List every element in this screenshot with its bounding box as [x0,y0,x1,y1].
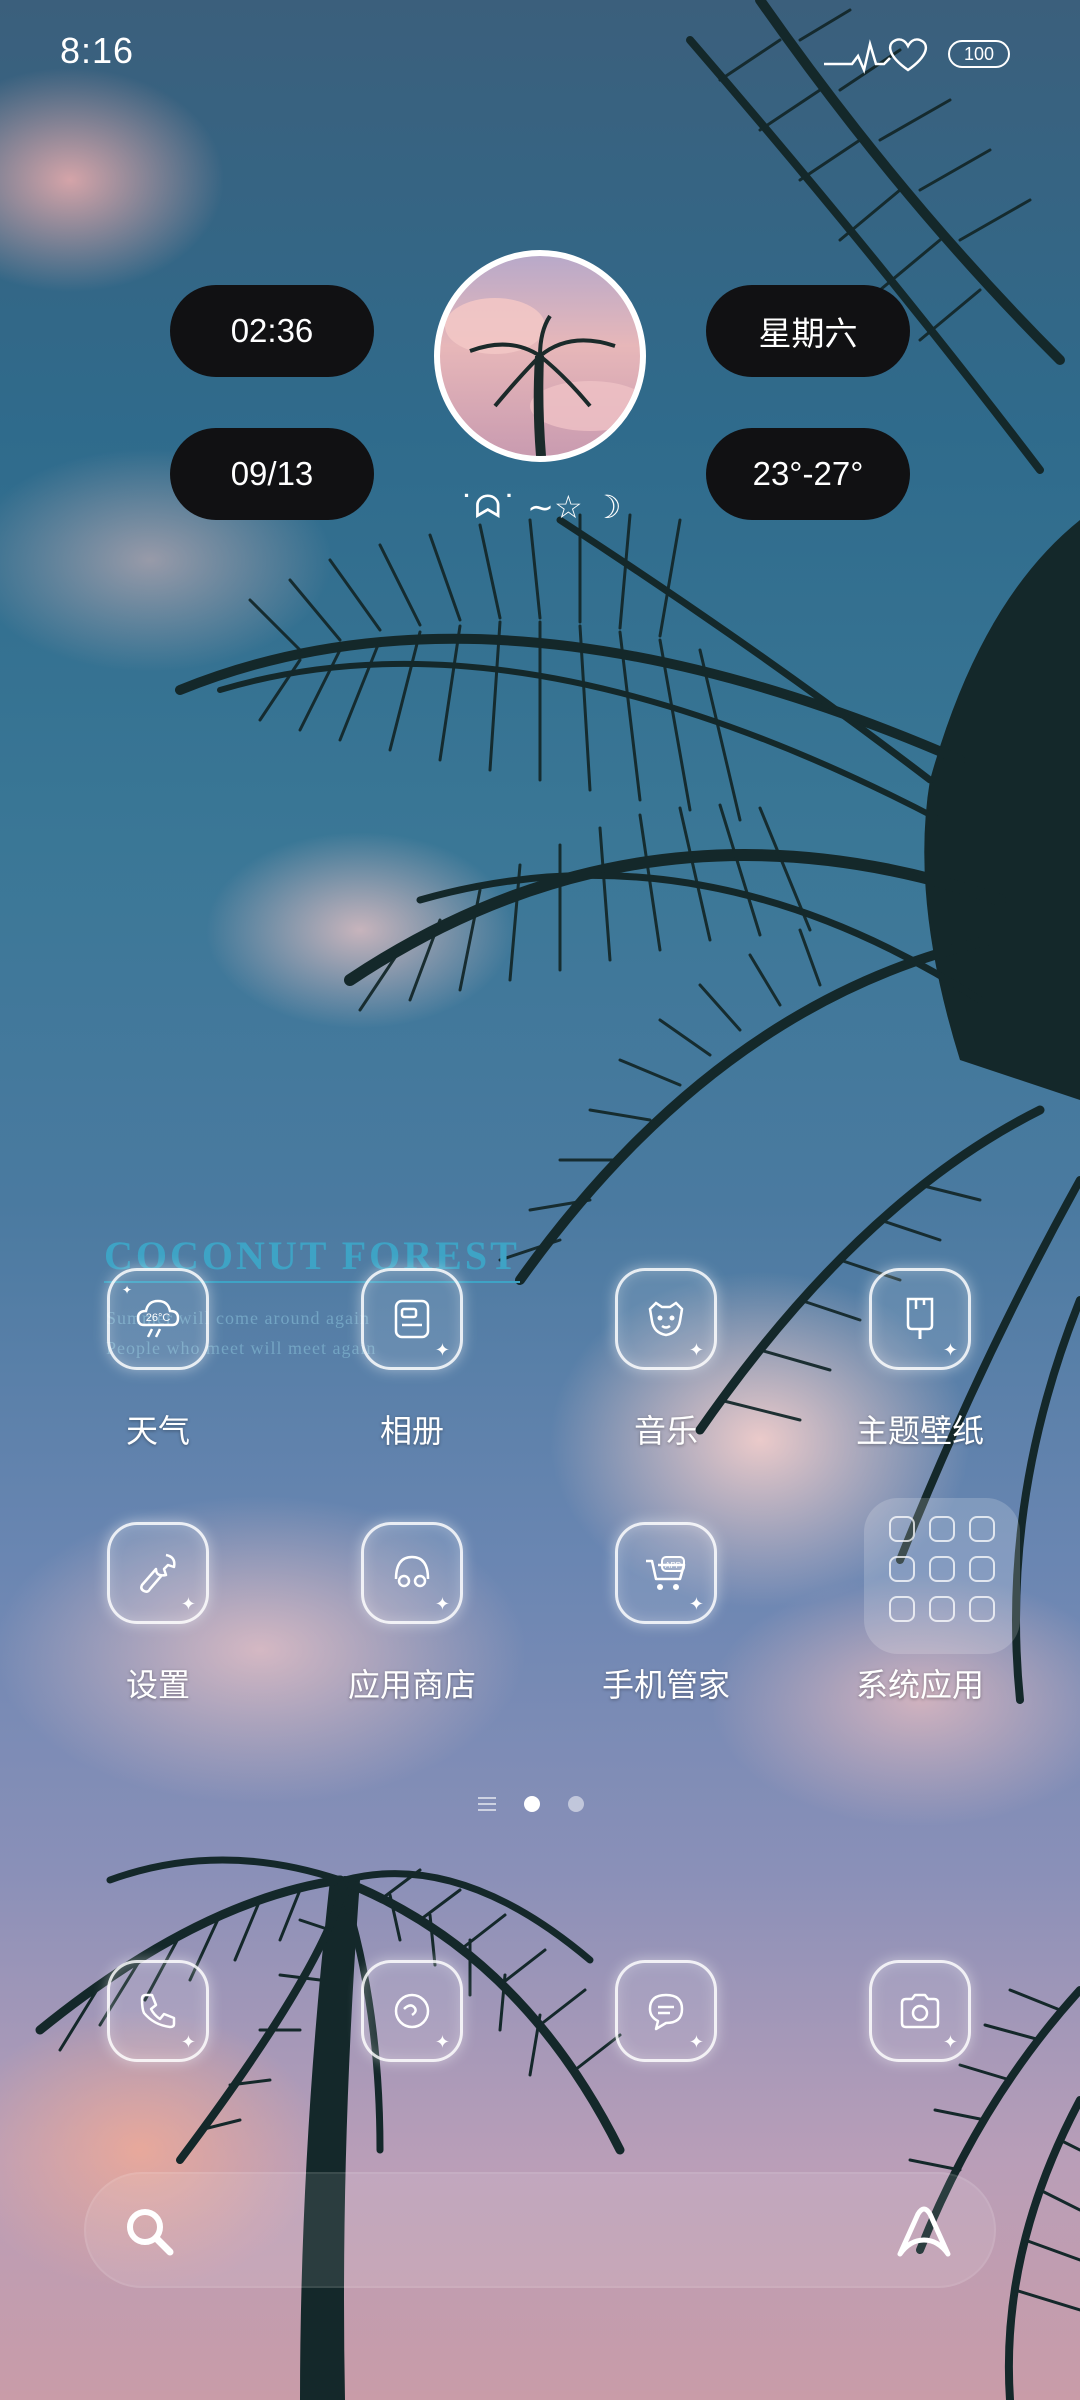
svg-text:26°C: 26°C [146,1312,171,1324]
page-indicator[interactable] [478,1796,584,1812]
app-weather[interactable]: 26°C ✦ 天气 [58,1268,258,1498]
palm-photo-icon [445,298,640,456]
folder-mini-icon [969,1516,995,1542]
app-system-apps-folder[interactable]: 系统应用 [820,1498,1020,1752]
app-label: 主题壁纸 [855,1413,984,1449]
battery-icon: 100 [948,40,1010,68]
gallery-icon[interactable]: ✦ [361,1268,463,1370]
weather-icon[interactable]: 26°C ✦ [107,1268,209,1370]
folder-mini-icon [889,1556,915,1582]
folder-mini-icon [969,1556,995,1582]
app-label: 系统应用 [855,1667,984,1703]
dock-messages[interactable]: ✦ [566,1960,766,2190]
camera-icon[interactable]: ✦ [869,1960,971,2062]
messages-icon[interactable]: ✦ [615,1960,717,2062]
app-phone-manager[interactable]: APP ✦ 手机管家 [566,1522,766,1752]
app-gallery[interactable]: ✦ 相册 [312,1268,512,1498]
theme-wallpaper-icon[interactable]: ✦ [869,1268,971,1370]
assistant-icon[interactable] [892,2200,956,2264]
status-icons: 100 [824,34,1010,74]
page-list-icon[interactable] [478,1797,496,1811]
folder-mini-icon [929,1556,955,1582]
app-label: 手机管家 [601,1667,730,1703]
phone-icon[interactable]: ✦ [107,1960,209,2062]
dock-browser[interactable]: ✦ [312,1960,512,2190]
widget-decoration: ˙ᗣ˙ ~☆ ☽ [458,488,622,526]
status-bar: 8:16 100 [0,0,1080,110]
app-app-store[interactable]: ✦ 应用商店 [312,1522,512,1752]
status-time: 8:16 [60,30,135,71]
folder-mini-icon [929,1596,955,1622]
app-label: 相册 [379,1413,444,1449]
page-dot[interactable] [568,1796,584,1812]
folder-mini-icon [969,1596,995,1622]
search-icon[interactable] [120,2202,180,2262]
app-theme-wallpaper[interactable]: ✦ 主题壁纸 [820,1268,1020,1498]
pulse-heart-icon [824,38,928,74]
app-settings[interactable]: ✦ 设置 [58,1522,258,1752]
widget-avatar-photo[interactable] [434,250,646,462]
app-store-icon[interactable]: ✦ [361,1522,463,1624]
widget-date[interactable]: 09/13 [170,428,374,520]
folder-mini-icon [929,1516,955,1542]
system-apps-folder[interactable] [864,1498,1020,1654]
settings-icon[interactable]: ✦ [107,1522,209,1624]
app-music[interactable]: ✦ 音乐 [566,1268,766,1498]
browser-icon[interactable]: ✦ [361,1960,463,2062]
widget-temperature[interactable]: 23°-27° [706,428,910,520]
app-label: 应用商店 [347,1667,476,1703]
music-icon[interactable]: ✦ [615,1268,717,1370]
phone-manager-icon[interactable]: APP ✦ [615,1522,717,1624]
app-label: 设置 [125,1667,190,1703]
folder-mini-icon [889,1516,915,1542]
dock-camera[interactable]: ✦ [820,1960,1020,2190]
dock-phone[interactable]: ✦ [58,1960,258,2190]
app-label: 天气 [125,1413,190,1449]
page-dot-active[interactable] [524,1796,540,1812]
widget-clock[interactable]: 02:36 [170,285,374,377]
svg-text:APP: APP [665,1561,681,1570]
folder-mini-icon [889,1596,915,1622]
search-bar[interactable] [84,2172,996,2288]
home-screen: 8:16 100 02:36 09/13 星期六 23°-27° ˙ᗣ˙ ~☆ [0,0,1080,2400]
widget-weekday[interactable]: 星期六 [706,285,910,377]
app-label: 音乐 [633,1413,698,1449]
